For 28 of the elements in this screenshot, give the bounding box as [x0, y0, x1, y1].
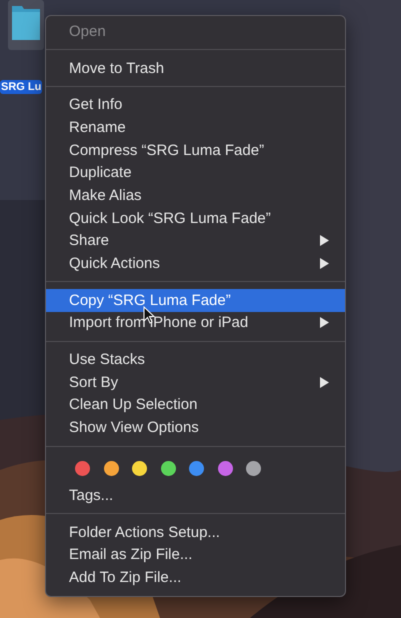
menu-item[interactable]: Make Alias	[46, 184, 345, 207]
menu-item[interactable]: Quick Look “SRG Luma Fade”	[46, 206, 345, 230]
tag-color-dot[interactable]	[160, 461, 176, 476]
menu-item[interactable]: Folder Actions Setup...	[46, 520, 345, 544]
folder-icon[interactable]	[8, 0, 44, 50]
menu-item[interactable]: Tags...	[46, 484, 345, 507]
tag-color-dot[interactable]	[75, 461, 90, 476]
menu-item[interactable]: Duplicate	[46, 161, 345, 184]
menu-item[interactable]: Sort By	[46, 370, 345, 394]
menu-item[interactable]: Rename	[46, 116, 345, 139]
menu-item[interactable]: Quick Actions	[46, 252, 345, 275]
tag-color-dot[interactable]	[246, 461, 261, 476]
tag-color-dot[interactable]	[218, 461, 232, 476]
menu-item[interactable]: Use Stacks	[46, 348, 345, 371]
menu-item[interactable]: Clean Up Selection	[46, 394, 345, 416]
menu-item[interactable]: Import from iPhone or iPad	[46, 312, 345, 334]
menu-item[interactable]: Email as Zip File...	[46, 543, 345, 566]
tag-color-dot[interactable]	[132, 461, 147, 476]
menu-item[interactable]: Compress “SRG Luma Fade”	[46, 138, 345, 162]
menu-item[interactable]: Copy “SRG Luma Fade”	[46, 288, 345, 312]
menu-item[interactable]: Add To Zip File...	[46, 566, 345, 589]
menu-item[interactable]: Get Info	[46, 93, 345, 116]
tag-color-dot[interactable]	[104, 461, 118, 476]
tag-color-dot[interactable]	[189, 461, 204, 476]
menu-item[interactable]: Share	[46, 230, 345, 252]
menu-item[interactable]: Move to Trash	[46, 56, 345, 80]
menu-item[interactable]: Show View Options	[46, 416, 345, 439]
folder-name[interactable]: SRG Lu	[0, 80, 42, 94]
